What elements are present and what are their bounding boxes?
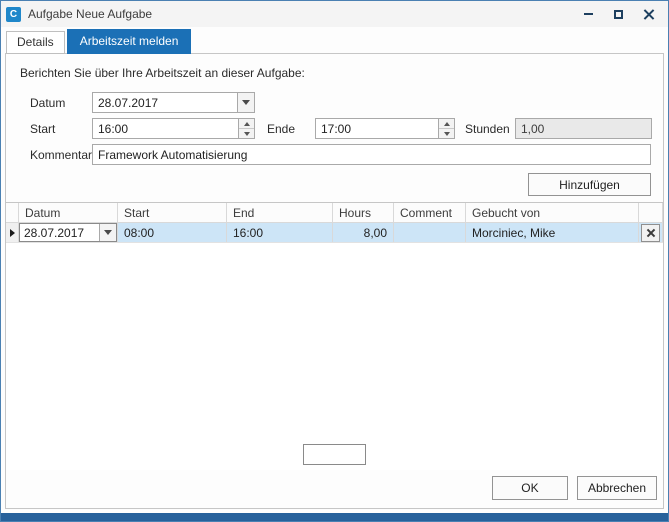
grid-header-hours[interactable]: Hours — [333, 203, 394, 222]
grid-header-label: Gebucht von — [472, 206, 540, 220]
grid-header-end[interactable]: End — [227, 203, 333, 222]
window-controls — [573, 3, 663, 25]
kommentar-field — [92, 144, 651, 165]
row-selector-cell[interactable] — [6, 223, 19, 242]
form-instruction: Berichten Sie über Ihre Arbeitszeit an d… — [20, 66, 651, 80]
ok-button[interactable]: OK — [492, 476, 568, 500]
delete-icon — [647, 229, 655, 237]
grid-header-comment[interactable]: Comment — [394, 203, 466, 222]
ende-spin-up-button[interactable] — [439, 119, 454, 128]
close-button[interactable] — [633, 3, 663, 25]
start-spinedit — [92, 118, 255, 139]
cell-gebucht-von[interactable]: Morciniec, Mike — [466, 223, 639, 242]
kommentar-input[interactable] — [93, 145, 650, 164]
bottom-center-box[interactable] — [303, 444, 366, 465]
grid-header-label: Comment — [400, 206, 452, 220]
datum-dropdown-button[interactable] — [237, 93, 254, 112]
cell-hours[interactable]: 8,00 — [333, 223, 394, 242]
stunden-label: Stunden — [465, 122, 515, 136]
dialog-window: C Aufgabe Neue Aufgabe Details Arbeitsze… — [0, 0, 669, 522]
ende-label: Ende — [267, 122, 315, 136]
ende-spinner — [438, 119, 454, 138]
cell-datum[interactable]: 28.07.2017 — [19, 223, 118, 242]
tab-arbeitszeit-melden[interactable]: Arbeitszeit melden — [67, 29, 192, 54]
cell-hours-value: 8,00 — [364, 226, 387, 240]
maximize-button[interactable] — [603, 3, 633, 25]
kommentar-row: Kommentar — [14, 144, 651, 165]
dropdown-arrow-icon — [242, 100, 250, 105]
start-spin-down-button[interactable] — [239, 128, 254, 138]
cell-end[interactable]: 16:00 — [227, 223, 333, 242]
window-title: Aufgabe Neue Aufgabe — [28, 7, 152, 21]
add-button[interactable]: Hinzufügen — [528, 173, 651, 196]
cell-comment[interactable] — [394, 223, 466, 242]
worktime-grid: Datum Start End Hours Comment Gebucht vo… — [6, 202, 663, 438]
delete-row-button[interactable] — [641, 224, 660, 242]
titlebar: C Aufgabe Neue Aufgabe — [1, 1, 668, 27]
caret-up-icon — [444, 122, 450, 126]
grid-empty-area — [6, 243, 663, 438]
grid-header-start[interactable]: Start — [118, 203, 227, 222]
cell-start-value: 08:00 — [124, 226, 154, 240]
minimize-button[interactable] — [573, 3, 603, 25]
cell-datum-value[interactable]: 28.07.2017 — [20, 224, 99, 241]
cell-start[interactable]: 08:00 — [118, 223, 227, 242]
times-row: Start Ende — [14, 118, 651, 139]
cell-end-value: 16:00 — [233, 226, 263, 240]
table-row[interactable]: 28.07.2017 08:00 16:00 8,00 — [6, 223, 663, 243]
grid-header-action — [639, 203, 663, 222]
cell-datum-editor: 28.07.2017 — [19, 223, 117, 242]
app-icon-letter: C — [10, 9, 17, 20]
datum-label: Datum — [30, 96, 92, 110]
ende-spinedit — [315, 118, 455, 139]
datum-input[interactable] — [93, 93, 237, 112]
grid-header-gebucht-von[interactable]: Gebucht von — [466, 203, 639, 222]
dialog-footer: OK Abbrechen — [6, 470, 663, 508]
cell-datum-dropdown-button[interactable] — [99, 224, 116, 241]
cell-gebucht-von-value: Morciniec, Mike — [472, 226, 555, 240]
datum-row: Datum — [14, 92, 651, 113]
minimize-icon — [584, 13, 593, 15]
grid-header-label: End — [233, 206, 254, 220]
bottom-box-row — [6, 438, 663, 470]
start-spinner — [238, 119, 254, 138]
stunden-input — [516, 119, 651, 138]
grid-corner-cell — [6, 203, 19, 222]
ende-spin-down-button[interactable] — [439, 128, 454, 138]
kommentar-label: Kommentar — [30, 148, 92, 162]
app-icon: C — [6, 7, 21, 22]
cancel-button[interactable]: Abbrechen — [577, 476, 657, 500]
start-spin-up-button[interactable] — [239, 119, 254, 128]
stunden-field — [515, 118, 652, 139]
caret-down-icon — [444, 132, 450, 136]
maximize-icon — [614, 10, 623, 19]
tab-details[interactable]: Details — [6, 31, 65, 54]
add-button-row: Hinzufügen — [14, 173, 651, 196]
caret-down-icon — [244, 132, 250, 136]
tab-bar: Details Arbeitszeit melden — [1, 27, 668, 53]
dropdown-arrow-icon — [104, 230, 112, 235]
grid-header-label: Datum — [25, 206, 60, 220]
start-label: Start — [30, 122, 92, 136]
worktime-form: Berichten Sie über Ihre Arbeitszeit an d… — [6, 54, 663, 202]
ende-input[interactable] — [316, 119, 438, 138]
grid-header-datum[interactable]: Datum — [19, 203, 118, 222]
grid-header-label: Start — [124, 206, 149, 220]
grid-header-label: Hours — [339, 206, 371, 220]
datum-combobox — [92, 92, 255, 113]
start-input[interactable] — [93, 119, 238, 138]
caret-up-icon — [244, 122, 250, 126]
row-indicator-icon — [10, 229, 15, 237]
window-bottom-strip — [1, 513, 668, 521]
grid-header: Datum Start End Hours Comment Gebucht vo… — [6, 203, 663, 223]
close-icon — [643, 9, 654, 20]
cell-action — [639, 223, 663, 242]
tab-page: Berichten Sie über Ihre Arbeitszeit an d… — [5, 53, 664, 509]
